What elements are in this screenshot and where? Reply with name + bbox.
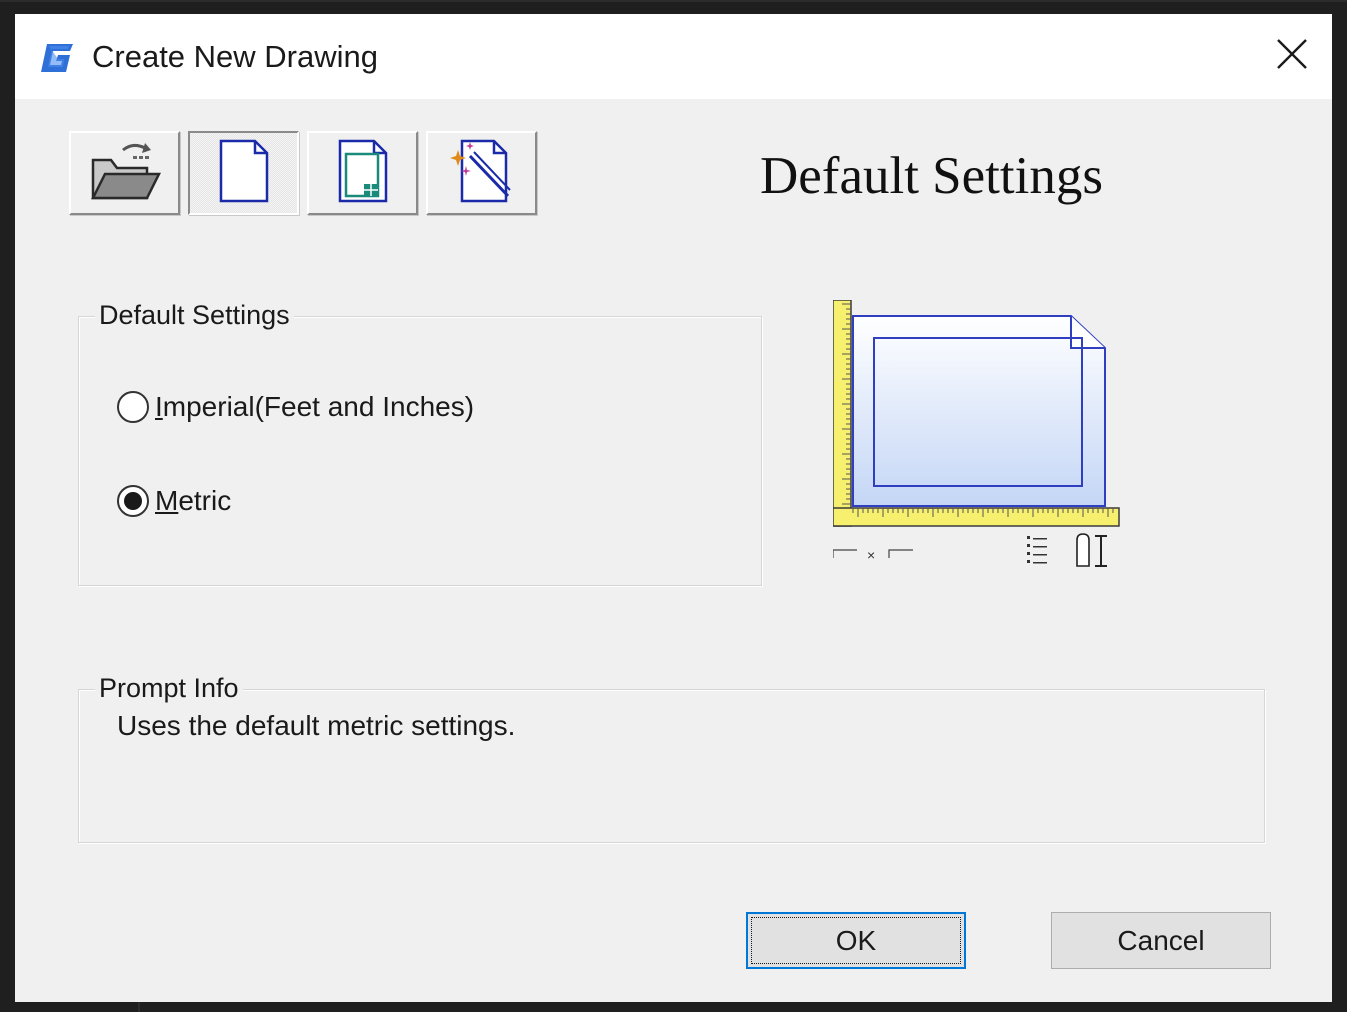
wizard-page-icon: [449, 138, 514, 209]
default-settings-group: Default Settings Imperial(Feet and Inche…: [78, 300, 762, 586]
open-drawing-button[interactable]: [69, 131, 180, 215]
title-bar: Create New Drawing: [15, 14, 1332, 99]
folder-open-icon: [89, 140, 161, 207]
svg-text:×: ×: [867, 547, 875, 563]
prompt-info-text: Uses the default metric settings.: [117, 710, 516, 741]
gstarcad-logo-icon: [39, 42, 75, 74]
create-new-drawing-dialog: Create New Drawing Default Settings Defa…: [15, 14, 1332, 1002]
template-page-icon: [336, 138, 390, 209]
drawing-preview-illustration: ×: [832, 299, 1133, 570]
window-title: Create New Drawing: [92, 39, 378, 74]
cancel-button[interactable]: Cancel: [1051, 912, 1271, 969]
metric-radio[interactable]: Metric: [117, 481, 231, 521]
use-wizard-button[interactable]: [426, 131, 537, 215]
close-button[interactable]: [1252, 14, 1332, 99]
metric-label: Metric: [155, 485, 232, 516]
group-legend: Default Settings: [95, 300, 294, 331]
group-legend: Prompt Info: [95, 673, 243, 704]
imperial-radio[interactable]: Imperial(Feet and Inches): [117, 387, 474, 427]
prompt-info-group: Prompt Info Uses the default metric sett…: [78, 673, 1265, 843]
blank-page-icon: [217, 138, 271, 209]
default-settings-button[interactable]: [188, 131, 299, 215]
use-template-button[interactable]: [307, 131, 418, 215]
cancel-label: Cancel: [1117, 924, 1205, 956]
ok-button[interactable]: OK: [746, 912, 966, 969]
imperial-label: Imperial(Feet and Inches): [155, 391, 475, 422]
close-icon: [1276, 38, 1308, 75]
page-heading: Default Settings: [760, 147, 1103, 205]
radio-button-unchecked[interactable]: [117, 391, 149, 423]
radio-button-checked[interactable]: [117, 485, 149, 517]
